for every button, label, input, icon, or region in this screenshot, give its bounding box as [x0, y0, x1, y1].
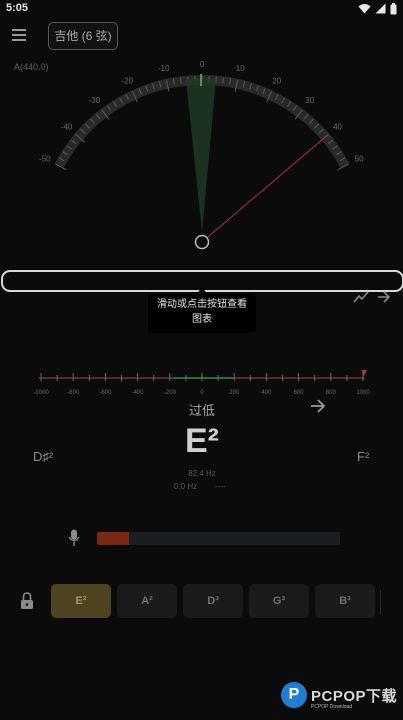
- cents-tick-label: 1000: [356, 390, 370, 396]
- string-button-1[interactable]: E²: [51, 584, 111, 618]
- cents-scale-center: [173, 377, 233, 379]
- trend-chart-icon[interactable]: [353, 291, 369, 303]
- cents-tick-label: 0: [200, 390, 204, 396]
- arrow-right-icon[interactable]: [310, 398, 326, 414]
- graph-tooltip: 滑动或点击按钮查看 图表: [148, 294, 256, 333]
- center-zone: [186, 79, 216, 232]
- cents-tick-label: -800: [67, 390, 80, 396]
- menu-icon[interactable]: [12, 29, 26, 41]
- gauge-tick-label: 20: [272, 76, 281, 85]
- cents-marker: [361, 370, 367, 376]
- instrument-selector[interactable]: 吉他 (6 弦): [48, 22, 118, 50]
- needle-pivot: [194, 234, 210, 250]
- gauge-tick-label: 50: [355, 154, 364, 163]
- cents-tick-label: 800: [326, 390, 337, 396]
- cents-tick-label: -400: [132, 390, 145, 396]
- gauge-tick-label: -30: [89, 96, 101, 105]
- gauge-tick-label: 30: [305, 96, 314, 105]
- clock: 5:05: [6, 2, 29, 14]
- wifi-icon: [358, 4, 371, 14]
- watermark-logo: P: [281, 682, 307, 708]
- detected-extra: ----: [215, 482, 226, 491]
- input-level-meter: [97, 532, 340, 545]
- tuning-status: 过低: [188, 403, 215, 418]
- lock-icon[interactable]: [20, 592, 34, 610]
- cents-tick-label: 600: [294, 390, 305, 396]
- cents-tick-label: -600: [99, 390, 112, 396]
- arrow-right-icon[interactable]: [377, 290, 391, 304]
- string-button-3[interactable]: D³: [183, 584, 243, 618]
- gauge-needle: [201, 136, 326, 243]
- gauge-tick-label: 10: [236, 64, 245, 73]
- divider: [380, 590, 381, 614]
- current-note: E²: [185, 422, 219, 460]
- cents-scale: -1000 -800 -600 -400 -200 0 200 400 600 800 1000: [33, 370, 370, 396]
- string-button-5[interactable]: B³: [315, 584, 375, 618]
- cents-ticks: [40, 373, 364, 381]
- watermark-sub: PCPOP Download: [311, 704, 353, 710]
- gauge-tick-label: -10: [158, 64, 170, 73]
- gauge-tick-label: -50: [39, 154, 51, 163]
- cents-tick-labels: -1000 -800 -600 -400 -200 0 200 400 600 800 1000: [33, 390, 370, 396]
- battery-icon: [390, 2, 397, 14]
- gauge-tick-label: -40: [61, 123, 73, 132]
- target-frequency: 82.4 Hz: [188, 469, 216, 478]
- detected-frequency: 0.0 Hz: [174, 482, 198, 491]
- system-icons: [358, 2, 397, 15]
- next-note: F²: [357, 449, 370, 464]
- tooltip-line-1: 滑动或点击按钮查看: [157, 299, 247, 310]
- string-button-2[interactable]: A²: [117, 584, 177, 618]
- cents-tick-label: -200: [164, 390, 177, 396]
- tooltip-line-2: 图表: [192, 314, 212, 325]
- input-level-fill: [97, 532, 129, 545]
- cents-tick-label: 200: [229, 390, 240, 396]
- gauge-tick-label: 0: [200, 60, 205, 69]
- signal-icon: [375, 3, 386, 14]
- gauge-tick-label: 40: [333, 123, 342, 132]
- status-bar: 5:05: [0, 0, 403, 18]
- cents-tick-label: 400: [261, 390, 272, 396]
- string-button-4[interactable]: G³: [249, 584, 309, 618]
- gauge-tick-label: -20: [122, 76, 134, 85]
- watermark-brand: PCPOP下载: [311, 687, 398, 705]
- microphone-icon[interactable]: [68, 529, 80, 547]
- tuner-gauge: -50 -40 -30 -20 -10 0 10 20 30 40 50: [39, 60, 364, 250]
- cents-tick-label: -1000: [33, 390, 49, 396]
- previous-note: D♯²: [33, 449, 54, 464]
